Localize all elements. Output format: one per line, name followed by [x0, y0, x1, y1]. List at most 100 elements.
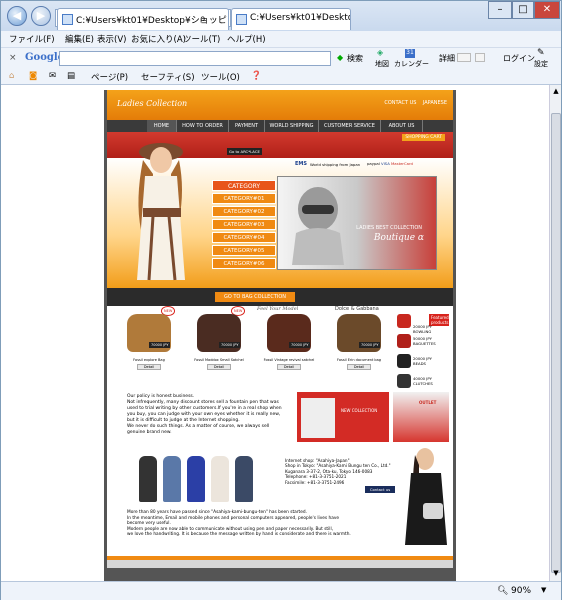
nav-about-us[interactable]: ABOUT US — [381, 120, 423, 132]
fashion-thumb[interactable] — [211, 456, 229, 502]
detail-button[interactable]: Detail — [347, 364, 371, 370]
fashion-thumb[interactable] — [187, 456, 205, 502]
fashion-thumb[interactable] — [139, 456, 157, 502]
site-logo[interactable]: Ladies Collection — [117, 99, 187, 108]
category-05[interactable]: CATEGORY#05 — [212, 245, 276, 256]
close-toolbar-icon[interactable]: × — [9, 53, 17, 63]
category-06[interactable]: CATEGORY#06 — [212, 258, 276, 269]
scroll-down-icon[interactable]: ▼ — [551, 569, 561, 579]
zoom-level[interactable]: 90% — [511, 586, 531, 596]
featured-item[interactable]: 20000 JPY BEADS — [397, 354, 449, 372]
policy-line: genuine brand new. — [127, 430, 172, 435]
outlet-banner[interactable]: OUTLET — [393, 392, 449, 442]
boutique-banner[interactable]: LADIES BEST COLLECTION Boutique α — [277, 176, 437, 270]
boutique-title: Boutique α — [373, 233, 424, 243]
forward-button[interactable]: ▶ — [31, 6, 51, 26]
google-search-input[interactable] — [59, 51, 331, 66]
contact-us-button[interactable]: Contact us — [365, 486, 395, 493]
page-icon — [62, 14, 73, 25]
home-icon[interactable]: ⌂ — [9, 71, 14, 81]
ems-text: World shipping from Japan — [310, 162, 361, 167]
zoom-dropdown-icon[interactable]: ▼ — [541, 586, 546, 594]
menu-help[interactable]: ヘルプ(H) — [227, 33, 266, 45]
search-icon[interactable]: ρ — [200, 14, 205, 23]
promo-image — [301, 398, 335, 438]
script-header: Feel Your Model — [257, 306, 299, 312]
fashion-thumb[interactable] — [235, 456, 253, 502]
back-button[interactable]: ◀ — [7, 6, 27, 26]
contact-link[interactable]: CONTACT US — [384, 100, 416, 106]
product-card[interactable]: 70000 JPY Fossil explore Bag Detail — [117, 314, 181, 386]
product-name: Fossil Maddox Small Satchel — [194, 358, 244, 362]
close-button[interactable]: ✕ — [534, 1, 560, 19]
login-button[interactable]: ログイン — [503, 53, 535, 64]
nav-customer-service[interactable]: CUSTOMER SERVICE — [319, 120, 381, 132]
fashion-thumb[interactable] — [163, 456, 181, 502]
detail-button[interactable]: Detail — [207, 364, 231, 370]
nav-world-shipping[interactable]: WORLD SHIPPING — [265, 120, 319, 132]
scroll-up-icon[interactable]: ▲ — [551, 87, 561, 97]
featured-item[interactable]: 20000 JPY BOWLING — [397, 314, 449, 334]
cart-button[interactable]: SHOPPING CART — [402, 134, 445, 141]
details-button[interactable]: 詳細 — [439, 53, 455, 64]
scroll-thumb[interactable] — [551, 113, 561, 573]
product-card[interactable]: 70000 JPY Fossil Maddox Small Satchel De… — [187, 314, 251, 386]
google-search-button[interactable]: 検索 — [347, 53, 363, 64]
zoom-icon[interactable]: 🔍︎ — [497, 586, 508, 596]
top-links: CONTACT US JAPANESE — [384, 100, 447, 106]
tab-desktop[interactable]: C:¥Users¥kt01¥Desktop — [231, 8, 351, 30]
category-menu: CATEGORY CATEGORY#01 CATEGORY#02 CATEGOR… — [212, 180, 276, 271]
map-button[interactable]: 地図 — [375, 59, 389, 69]
price-label: 70000 JPY — [149, 342, 171, 348]
category-01[interactable]: CATEGORY#01 — [212, 193, 276, 204]
shop-info-line: Facsimile: +81-3-3751-2496 — [285, 479, 345, 485]
maximize-button[interactable]: □ — [512, 1, 534, 19]
history-line: we love the handwriting. It is because t… — [127, 532, 351, 538]
new-collection-banner[interactable]: NEW COLLECTION — [297, 392, 389, 442]
menu-favorites[interactable]: お気に入り(A) — [131, 33, 186, 45]
paypal-logo: paypal — [367, 161, 380, 166]
google-search-icon[interactable]: ◆ — [337, 53, 343, 62]
safety-menu[interactable]: セーフティ(S) — [141, 71, 195, 83]
page-menu[interactable]: ページ(P) — [91, 71, 128, 83]
japanese-link[interactable]: JAPANESE — [423, 100, 447, 106]
bag-thumb — [397, 354, 411, 368]
product-card[interactable]: 70000 JPY Fossil Erin document bag Detai… — [327, 314, 391, 386]
vertical-scrollbar[interactable]: ▲ ▼ — [549, 85, 561, 581]
detail-button[interactable]: Detail — [277, 364, 301, 370]
menu-file[interactable]: ファイル(F) — [9, 33, 55, 45]
product-card[interactable]: 70000 JPY Fossil Vintage revival satchel… — [257, 314, 321, 386]
featured-text: 40000 JPY CLUTCHES — [413, 376, 433, 386]
arc-link[interactable]: Go to ARC*LACE — [227, 148, 262, 155]
detail-button[interactable]: Detail — [137, 364, 161, 370]
menu-tools[interactable]: ツール(T) — [183, 33, 220, 45]
hero-section: EMS World shipping from Japan paypal VIS… — [107, 143, 453, 288]
checkbox-icon[interactable] — [475, 53, 485, 62]
product-row: NEW NEW Feel Your Model Dolce & Gabbana … — [107, 306, 453, 388]
print-icon[interactable]: ▤ — [67, 71, 75, 81]
wrench-icon[interactable]: ✎ — [537, 48, 545, 58]
shop-page: Ladies Collection CONTACT US JAPANESE HO… — [104, 90, 456, 581]
bag-collection-button[interactable]: GO TO BAG COLLECTION — [215, 292, 295, 302]
menu-edit[interactable]: 編集(E) — [65, 33, 94, 45]
featured-item[interactable]: 40000 JPY CLUTCHES — [397, 374, 449, 392]
mail-icon[interactable]: ✉ — [49, 71, 56, 81]
nav-payment[interactable]: PAYMENT — [229, 120, 265, 132]
model-photo — [137, 143, 185, 281]
category-02[interactable]: CATEGORY#02 — [212, 206, 276, 217]
category-03[interactable]: CATEGORY#03 — [212, 219, 276, 230]
settings-button[interactable]: 設定 — [534, 59, 548, 69]
ems-logo: EMS — [295, 161, 307, 167]
featured-item[interactable]: 50000 JPY BAGUETTES — [397, 334, 449, 352]
map-icon: ◈ — [377, 48, 384, 57]
help-icon[interactable]: ❓ — [251, 71, 262, 81]
rss-icon[interactable]: ◙ — [29, 71, 37, 81]
toggle-icon[interactable] — [457, 53, 471, 62]
bag-thumb — [397, 334, 411, 348]
minimize-button[interactable]: – — [488, 1, 512, 19]
tools-menu[interactable]: ツール(O) — [201, 71, 240, 83]
menu-view[interactable]: 表示(V) — [97, 33, 126, 45]
calendar-button[interactable]: カレンダー — [394, 59, 429, 69]
category-04[interactable]: CATEGORY#04 — [212, 232, 276, 243]
product-name: Fossil explore Bag — [133, 358, 165, 362]
